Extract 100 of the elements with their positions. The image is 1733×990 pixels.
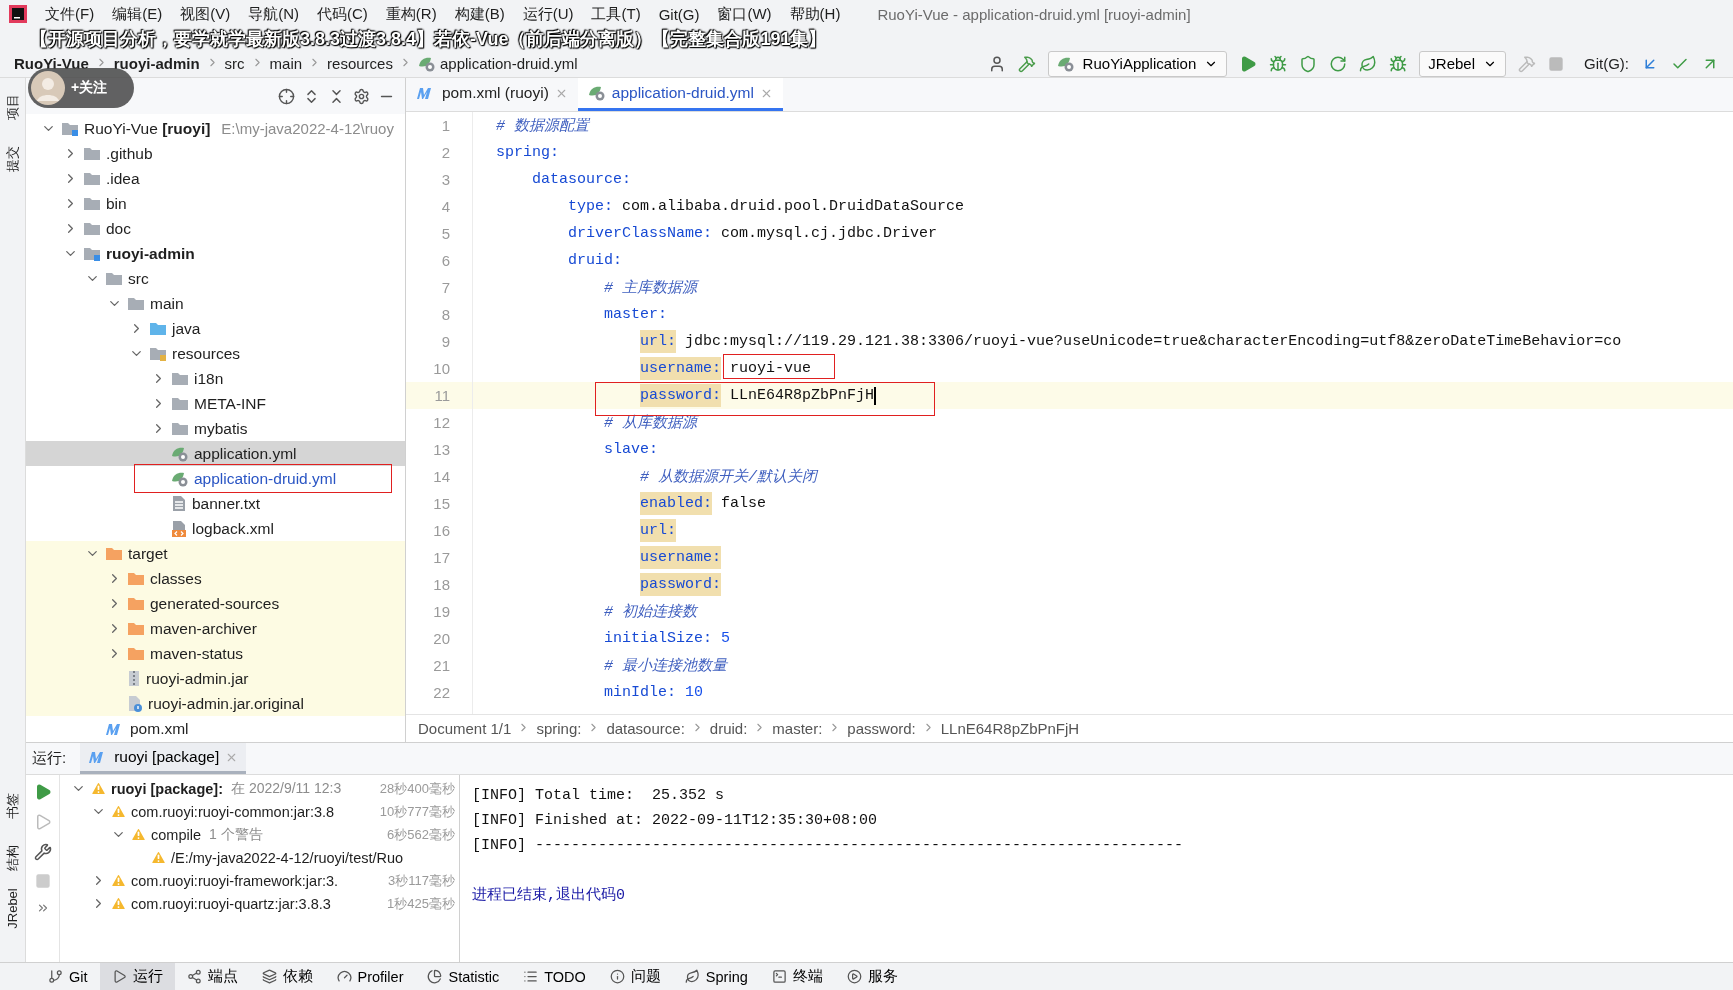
folder-icon	[127, 646, 145, 661]
tree-item[interactable]: java	[26, 316, 405, 341]
tree-item[interactable]: .github	[26, 141, 405, 166]
settings-icon[interactable]	[353, 87, 370, 105]
yaml-key: url:	[640, 519, 677, 542]
follow-badge[interactable]: +关注	[28, 68, 134, 108]
tool-window-button[interactable]: TODO	[511, 963, 598, 990]
build-step[interactable]: /E:/my-java2022-4-12/ruoyi/test/Ruo	[171, 849, 404, 866]
breadcrumb[interactable]: main	[269, 55, 303, 72]
tree-item[interactable]: main	[26, 291, 405, 316]
menu-item[interactable]: 导航(N)	[239, 4, 308, 24]
hammer-icon[interactable]	[1017, 54, 1036, 73]
line-number: 4	[440, 198, 450, 215]
editor-tab[interactable]: pom.xml (ruoyi)	[406, 78, 578, 111]
console-line: [INFO] Finished at: 2022-09-11T12:35:30+08:00	[472, 811, 879, 831]
plugin-dropdown[interactable]: JRebel	[1419, 50, 1506, 77]
shield-icon[interactable]	[1299, 54, 1318, 73]
menu-item[interactable]: 帮助(H)	[780, 4, 850, 24]
menu-item[interactable]: 运行(U)	[513, 4, 583, 24]
tool-window-button[interactable]: 依赖	[249, 963, 325, 990]
path-breadcrumb[interactable]: LLnE64R8pZbPnFjH	[940, 720, 1080, 737]
breadcrumb[interactable]: application-druid.yml	[417, 55, 578, 72]
menu-item[interactable]: 工具(T)	[582, 4, 650, 24]
path-breadcrumb[interactable]: master:	[772, 720, 823, 737]
warning-icon	[110, 872, 127, 889]
path-breadcrumb[interactable]: druid:	[709, 720, 748, 737]
tree-item[interactable]: META-INF	[26, 391, 405, 416]
path-breadcrumb[interactable]: spring:	[536, 720, 582, 737]
breadcrumb[interactable]: src	[224, 55, 245, 72]
tool-window-tab[interactable]: 书签	[3, 793, 22, 819]
editor-tab[interactable]: application-druid.yml	[577, 78, 783, 111]
tree-item[interactable]: pom.xml	[26, 716, 405, 741]
build-step[interactable]: com.ruoyi:ruoyi-common:jar:3.8	[131, 803, 335, 820]
tree-item[interactable]: ruoyi-admin.jar	[26, 666, 405, 691]
line-number: 7	[440, 279, 450, 296]
tree-item[interactable]: logback.xml	[26, 516, 405, 541]
unknown-file-icon	[127, 695, 143, 712]
tree-item[interactable]: i18n	[26, 366, 405, 391]
build-step[interactable]: compile	[151, 826, 201, 843]
tree-item[interactable]: mybatis	[26, 416, 405, 441]
tool-window-tab[interactable]: 项目	[3, 94, 22, 120]
tree-item[interactable]: maven-archiver	[26, 616, 405, 641]
menu-item[interactable]: 代码(C)	[308, 4, 377, 24]
tool-window-button[interactable]: 服务	[834, 963, 910, 990]
run-configuration-dropdown[interactable]: RuoYiApplication	[1047, 50, 1228, 77]
debug-icon[interactable]	[1389, 54, 1408, 73]
menu-item[interactable]: 重构(R)	[376, 4, 446, 24]
build-step[interactable]: com.ruoyi:ruoyi-quartz:jar:3.8.3	[131, 895, 331, 912]
tree-item[interactable]: generated-sources	[26, 591, 405, 616]
code-comment: # 数据源配置	[496, 117, 589, 135]
tree-item[interactable]: maven-status	[26, 641, 405, 666]
tool-window-button[interactable]: Statistic	[415, 963, 512, 990]
menu-item[interactable]: 构建(B)	[445, 4, 514, 24]
run-tab[interactable]: ruoyi [package]	[80, 743, 247, 774]
tree-item[interactable]: application.yml	[26, 441, 405, 466]
tree-item-label: ruoyi-admin	[106, 244, 195, 263]
line-number: 1	[440, 117, 450, 134]
tree-item[interactable]: doc	[26, 216, 405, 241]
tool-window-button[interactable]: 运行	[99, 963, 175, 990]
tool-window-button[interactable]: 端点	[174, 963, 250, 990]
tree-item[interactable]: bin	[26, 191, 405, 216]
tool-window-tab[interactable]: 提交	[3, 146, 22, 172]
tool-window-button[interactable]: 终端	[759, 963, 835, 990]
leaf-icon[interactable]	[1359, 54, 1378, 73]
tree-item[interactable]: RuoYi-Vue [ruoyi] E:\my-java2022-4-12\ruoy	[26, 116, 405, 141]
tree-item[interactable]: banner.txt	[26, 491, 405, 516]
tree-item[interactable]: src	[26, 266, 405, 291]
tool-window-button[interactable]: Profiler	[324, 963, 416, 990]
tree-item[interactable]: resources	[26, 341, 405, 366]
menu-item[interactable]: Git(G)	[649, 5, 709, 23]
menu-item[interactable]: 编辑(E)	[103, 4, 172, 24]
tree-item[interactable]: target	[26, 541, 405, 566]
wrench-icon[interactable]	[33, 843, 52, 861]
locate-icon[interactable]	[278, 87, 295, 105]
tool-window-tab[interactable]: 结构	[3, 845, 22, 871]
path-breadcrumb[interactable]: Document 1/1	[418, 720, 512, 737]
run-icon[interactable]	[1239, 54, 1258, 73]
terminal-icon	[771, 969, 787, 984]
tree-item-label: META-INF	[194, 394, 267, 413]
menu-item[interactable]: 视图(V)	[171, 4, 240, 24]
menu-item[interactable]: 文件(F)	[36, 4, 104, 24]
tree-item[interactable]: application-druid.yml	[26, 466, 405, 491]
tree-item[interactable]: classes	[26, 566, 405, 591]
line-number: 11	[433, 387, 450, 404]
breadcrumb[interactable]: resources	[327, 55, 393, 72]
tree-item[interactable]: ruoyi-admin	[26, 241, 405, 266]
tree-item[interactable]: ruoyi-admin.jar.original	[26, 691, 405, 716]
tool-window-tab[interactable]: JRebel	[5, 888, 20, 929]
path-breadcrumb[interactable]: password:	[847, 720, 916, 737]
folder-icon	[127, 296, 145, 311]
build-step[interactable]: com.ruoyi:ruoyi-framework:jar:3.	[131, 872, 339, 889]
path-breadcrumb[interactable]: datasource:	[606, 720, 685, 737]
info-icon	[609, 969, 625, 984]
tool-window-button[interactable]: 问题	[597, 963, 673, 990]
tool-window-button[interactable]: Git	[36, 963, 100, 990]
build-step[interactable]: ruoyi [package]:	[111, 780, 223, 797]
tree-item[interactable]: .idea	[26, 166, 405, 191]
debug-icon[interactable]	[1269, 54, 1288, 73]
menu-item[interactable]: 窗口(W)	[708, 4, 781, 24]
tool-window-button[interactable]: Spring	[672, 963, 760, 990]
